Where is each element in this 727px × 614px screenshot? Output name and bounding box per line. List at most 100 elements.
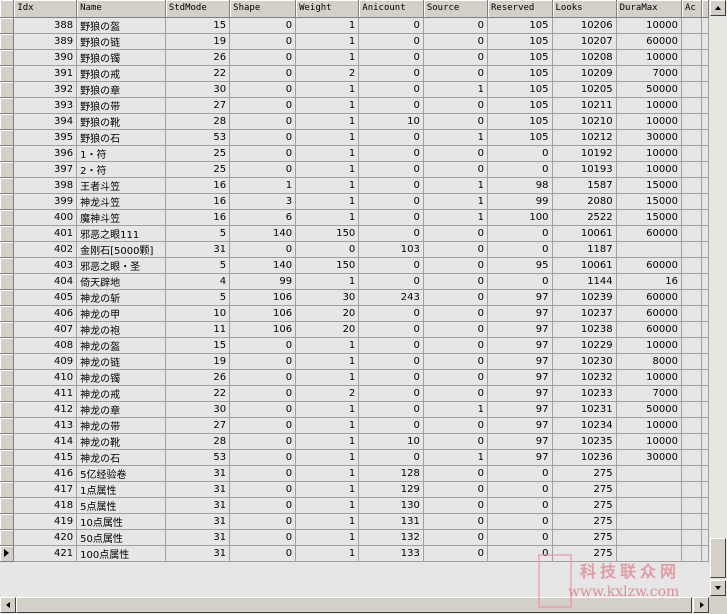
cell-ac[interactable] xyxy=(681,97,703,114)
cell-stdmode[interactable]: 53 xyxy=(165,449,231,466)
cell-name[interactable]: 神龙の戒 xyxy=(76,385,166,402)
cell-duramax[interactable] xyxy=(616,529,682,546)
cell-stdmode[interactable]: 5 xyxy=(165,225,231,242)
cell-ac[interactable] xyxy=(681,145,703,162)
row-indicator[interactable] xyxy=(0,305,15,322)
cell-name[interactable]: 神龙の甲 xyxy=(76,305,166,322)
cell-anicount[interactable]: 0 xyxy=(358,321,424,338)
cell-anicount[interactable]: 0 xyxy=(358,193,424,210)
cell-reserved[interactable]: 0 xyxy=(487,529,553,546)
cell-stdmode[interactable]: 31 xyxy=(165,529,231,546)
cell-name[interactable]: 神龙の镯 xyxy=(76,369,166,386)
cell-source[interactable]: 0 xyxy=(423,433,488,450)
cell-weight[interactable]: 150 xyxy=(295,257,360,274)
cell-stdmode[interactable]: 31 xyxy=(165,465,231,482)
cell-shape[interactable]: 106 xyxy=(229,289,297,306)
cell-idx[interactable]: 413 xyxy=(13,417,78,434)
table-row[interactable]: 414 神龙の靴 28 0 1 10 0 97 10235 10000 xyxy=(0,433,709,450)
cell-duramax[interactable] xyxy=(616,497,682,514)
cell-idx[interactable]: 393 xyxy=(13,97,78,114)
table-row[interactable]: 395 野狼の石 53 0 1 0 1 105 10212 30000 xyxy=(0,129,709,146)
row-indicator[interactable] xyxy=(0,49,15,66)
cell-name[interactable]: 倚天辟地 xyxy=(76,273,166,290)
table-row[interactable]: 393 野狼の带 27 0 1 0 0 105 10211 10000 xyxy=(0,97,709,114)
horizontal-scrollbar[interactable] xyxy=(0,596,709,614)
cell-anicount[interactable]: 0 xyxy=(358,449,424,466)
cell-looks[interactable]: 275 xyxy=(552,497,617,514)
cell-looks[interactable]: 10207 xyxy=(552,33,617,50)
cell-stdmode[interactable]: 53 xyxy=(165,129,231,146)
cell-ac[interactable] xyxy=(681,193,703,210)
cell-idx[interactable]: 412 xyxy=(13,401,78,418)
table-row[interactable]: 396 1・符 25 0 1 0 0 0 10192 10000 xyxy=(0,145,709,162)
cell-looks[interactable]: 10061 xyxy=(552,225,617,242)
cell-source[interactable]: 0 xyxy=(423,241,488,258)
cell-reserved[interactable]: 105 xyxy=(487,65,553,82)
table-row[interactable]: 404 倚天辟地 4 99 1 0 0 0 1144 16 xyxy=(0,273,709,290)
cell-weight[interactable]: 1 xyxy=(295,513,360,530)
cell-shape[interactable]: 99 xyxy=(229,273,297,290)
cell-source[interactable]: 0 xyxy=(423,513,488,530)
cell-shape[interactable]: 140 xyxy=(229,225,297,242)
cell-idx[interactable]: 408 xyxy=(13,337,78,354)
cell-name[interactable]: 神龙の靴 xyxy=(76,433,166,450)
cell-anicount[interactable]: 0 xyxy=(358,257,424,274)
cell-idx[interactable]: 394 xyxy=(13,113,78,130)
horizontal-scroll-thumb[interactable] xyxy=(16,597,692,613)
cell-ac[interactable] xyxy=(681,321,703,338)
cell-reserved[interactable]: 0 xyxy=(487,513,553,530)
cell-shape[interactable]: 0 xyxy=(229,97,297,114)
cell-duramax[interactable] xyxy=(616,465,682,482)
cell-name[interactable]: 金刚石[5000颗] xyxy=(76,241,166,258)
cell-reserved[interactable]: 97 xyxy=(487,337,553,354)
cell-weight[interactable]: 0 xyxy=(295,241,360,258)
row-indicator[interactable] xyxy=(0,369,15,386)
cell-shape[interactable]: 0 xyxy=(229,401,297,418)
cell-ac[interactable] xyxy=(681,81,703,98)
cell-shape[interactable]: 0 xyxy=(229,545,297,562)
cell-stdmode[interactable]: 28 xyxy=(165,113,231,130)
cell-idx[interactable]: 390 xyxy=(13,49,78,66)
cell-source[interactable]: 1 xyxy=(423,129,488,146)
cell-reserved[interactable]: 95 xyxy=(487,257,553,274)
cell-name[interactable]: 野狼の带 xyxy=(76,97,166,114)
cell-reserved[interactable]: 97 xyxy=(487,385,553,402)
cell-ac[interactable] xyxy=(681,545,703,562)
row-indicator[interactable] xyxy=(0,129,15,146)
cell-duramax[interactable]: 60000 xyxy=(616,321,682,338)
row-indicator[interactable] xyxy=(0,545,15,562)
column-header-ac[interactable]: Ac xyxy=(681,0,703,18)
cell-shape[interactable]: 0 xyxy=(229,129,297,146)
cell-weight[interactable]: 20 xyxy=(295,305,360,322)
cell-stdmode[interactable]: 16 xyxy=(165,193,231,210)
cell-looks[interactable]: 10208 xyxy=(552,49,617,66)
cell-reserved[interactable]: 0 xyxy=(487,481,553,498)
row-indicator[interactable] xyxy=(0,81,15,98)
cell-looks[interactable]: 10234 xyxy=(552,417,617,434)
cell-weight[interactable]: 1 xyxy=(295,337,360,354)
cell-shape[interactable]: 0 xyxy=(229,49,297,66)
cell-shape[interactable]: 106 xyxy=(229,305,297,322)
cell-stdmode[interactable]: 22 xyxy=(165,385,231,402)
cell-ac[interactable] xyxy=(681,49,703,66)
table-row[interactable]: 418 5点属性 31 0 1 130 0 0 275 xyxy=(0,497,709,514)
cell-shape[interactable]: 0 xyxy=(229,241,297,258)
cell-weight[interactable]: 1 xyxy=(295,401,360,418)
cell-stdmode[interactable]: 25 xyxy=(165,161,231,178)
cell-weight[interactable]: 1 xyxy=(295,417,360,434)
cell-idx[interactable]: 419 xyxy=(13,513,78,530)
cell-duramax[interactable]: 60000 xyxy=(616,225,682,242)
cell-name[interactable]: 神龙の石 xyxy=(76,449,166,466)
cell-ac[interactable] xyxy=(681,353,703,370)
cell-ac[interactable] xyxy=(681,289,703,306)
cell-stdmode[interactable]: 31 xyxy=(165,545,231,562)
cell-weight[interactable]: 1 xyxy=(295,273,360,290)
vertical-scroll-thumb[interactable] xyxy=(710,538,726,578)
cell-stdmode[interactable]: 30 xyxy=(165,81,231,98)
cell-stdmode[interactable]: 16 xyxy=(165,177,231,194)
cell-shape[interactable]: 0 xyxy=(229,433,297,450)
cell-source[interactable]: 0 xyxy=(423,305,488,322)
row-indicator[interactable] xyxy=(0,257,15,274)
cell-anicount[interactable]: 129 xyxy=(358,481,424,498)
column-header-stdmode[interactable]: StdMode xyxy=(165,0,231,18)
